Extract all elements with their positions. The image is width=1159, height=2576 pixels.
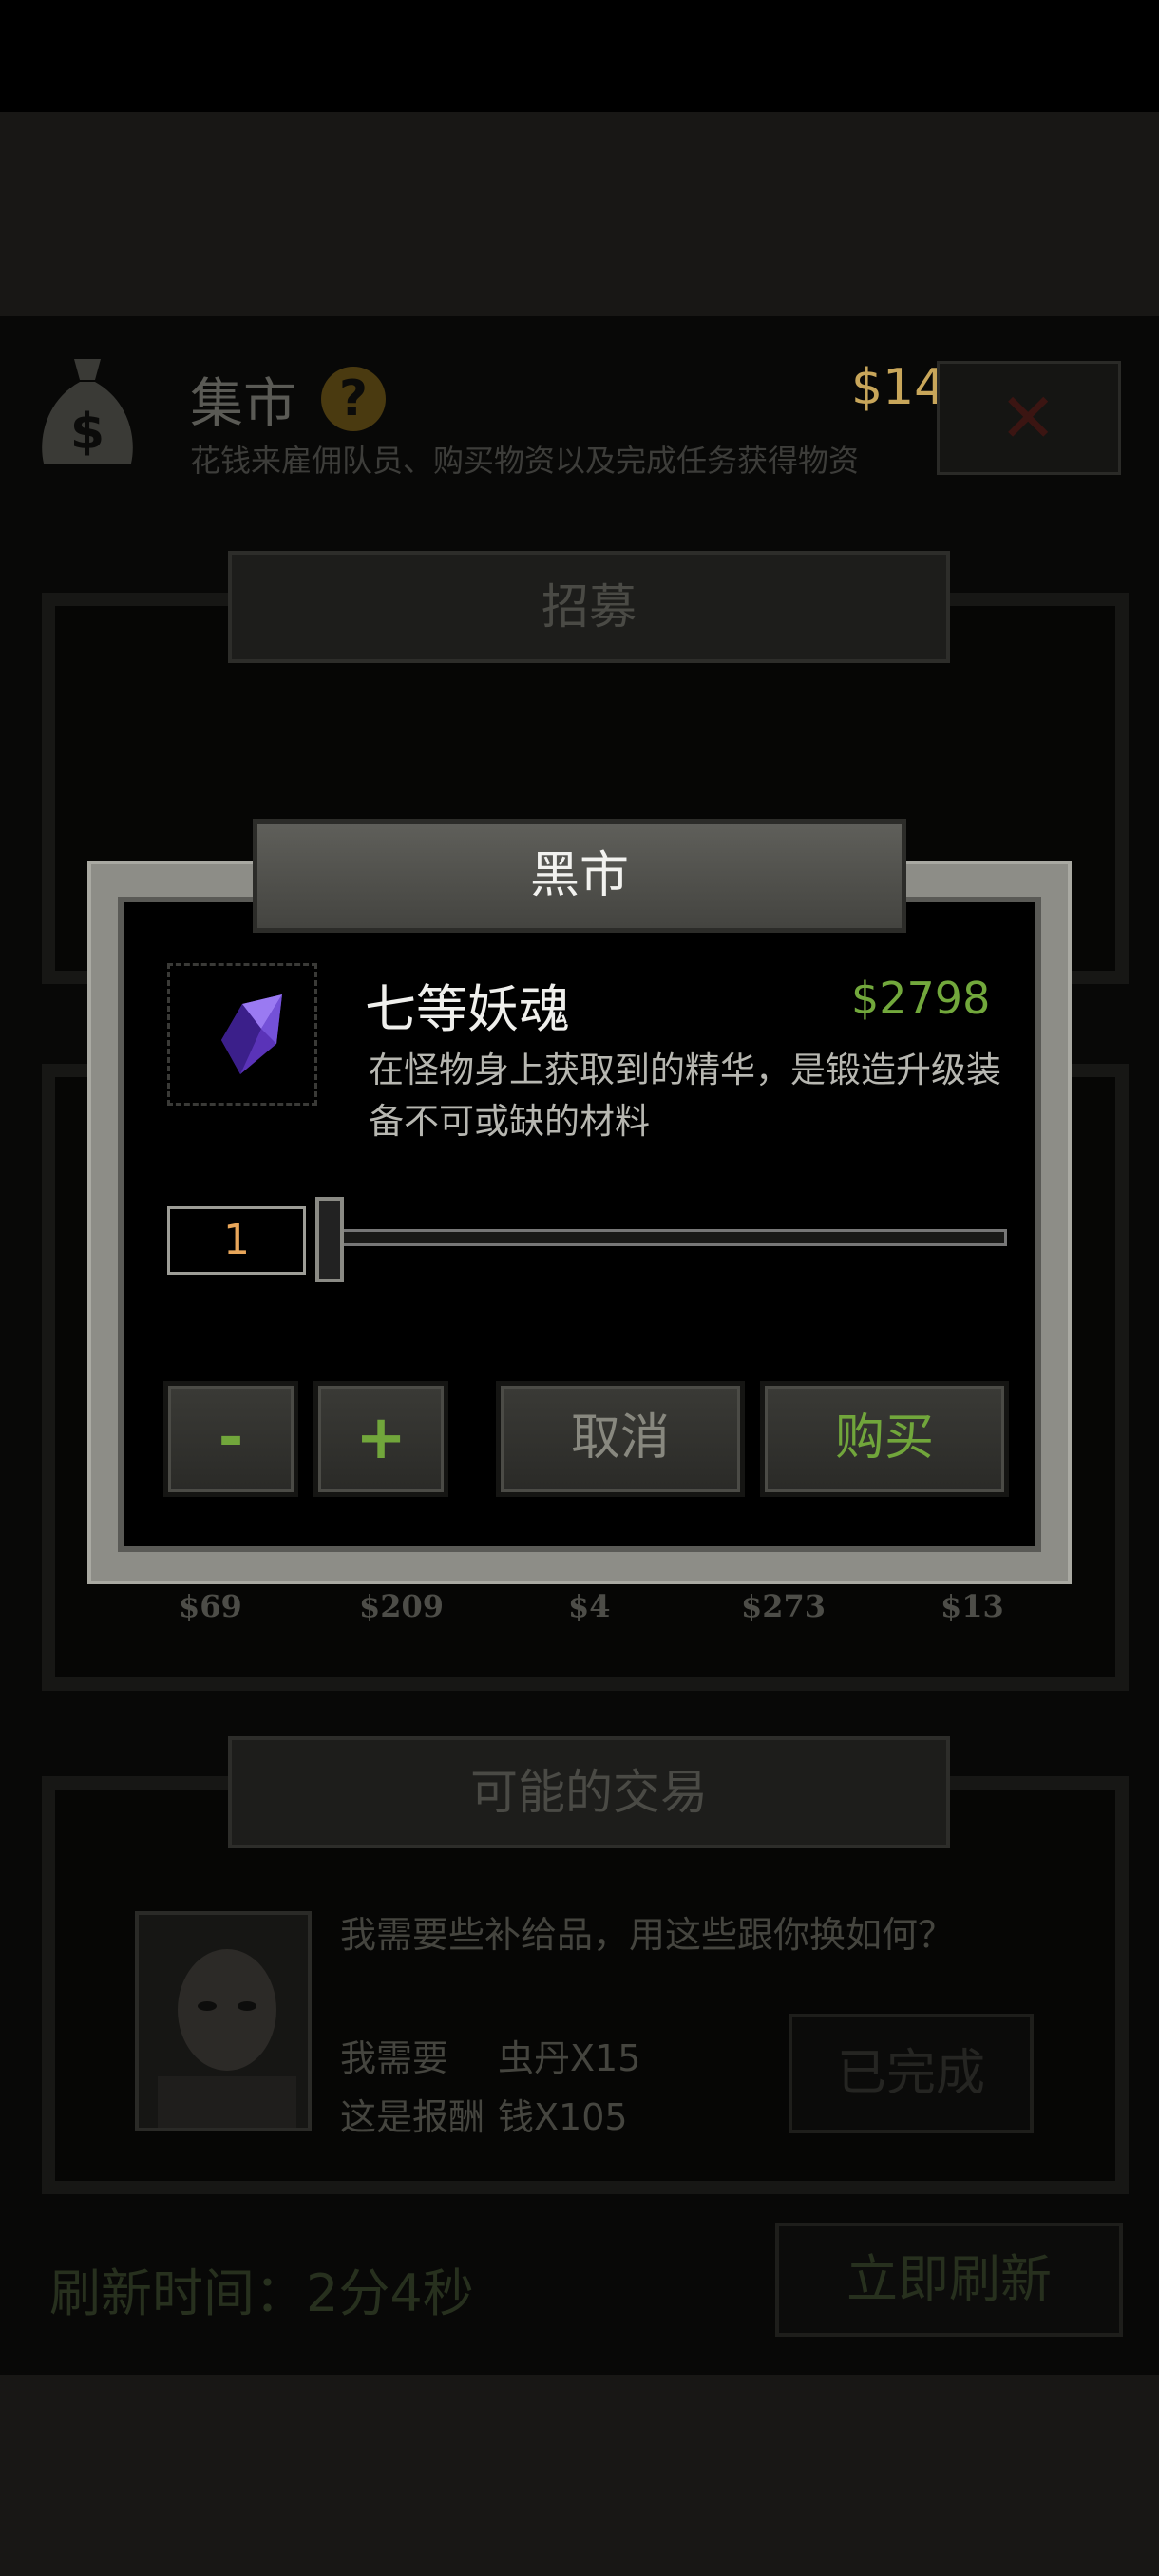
item-name: 七等妖魂 [365,979,570,1039]
close-x-icon: ✕ [999,378,1057,458]
item-description: 在怪物身上获取到的精华，是锻造升级装备不可或缺的材料 [369,1050,1001,1142]
market-price-5: $13 [940,1588,1004,1624]
item-price: $2798 [851,973,991,1024]
trade-reward-value: 钱X105 [498,2096,628,2138]
quantity-slider-handle[interactable] [315,1197,344,1282]
buy-button[interactable]: 购买 [760,1381,1009,1497]
cancel-button[interactable]: 取消 [496,1381,745,1497]
money-bag-icon: $ [36,353,139,473]
trade-completed-button[interactable]: 已完成 [788,2014,1034,2133]
npc-portrait [135,1911,312,2131]
market-price-2: $209 [359,1588,445,1624]
item-slot [167,963,317,1106]
dialog-title: 黑市 [253,819,906,933]
purple-crystal-icon [221,994,282,1074]
quantity-display: 1 [167,1206,306,1275]
trade-request-text: 我需要些补给品，用这些跟你换如何？ [340,1914,955,1956]
trade-need-label: 我需要 [340,2037,449,2079]
market-price-1: $69 [179,1588,242,1624]
bottom-bar-band [0,2375,1159,2576]
quantity-slider-track[interactable] [332,1229,1007,1246]
trade-plate: 可能的交易 [228,1736,950,1848]
page-subtitle: 花钱来雇佣队员、购买物资以及完成任务获得物资 [190,443,860,479]
recruit-plate: 招募 [228,551,950,663]
svg-text:$: $ [70,404,104,461]
trade-need-value: 虫丹X15 [498,2037,641,2079]
decrease-quantity-button[interactable]: - [163,1381,298,1497]
top-bar-band [0,112,1159,316]
refresh-timer: 刷新时间：2分4秒 [49,2263,474,2323]
recruit-title: 招募 [542,579,636,635]
increase-quantity-button[interactable]: + [314,1381,448,1497]
page-title: 集市 [190,373,296,435]
market-price-4: $273 [741,1588,826,1624]
trade-title: 可能的交易 [470,1765,708,1820]
trade-reward-label: 这是报酬 [340,2096,485,2138]
question-mark-icon[interactable]: ? [321,367,386,431]
refresh-now-button[interactable]: 立即刷新 [775,2223,1123,2337]
market-price-3: $4 [568,1588,611,1624]
